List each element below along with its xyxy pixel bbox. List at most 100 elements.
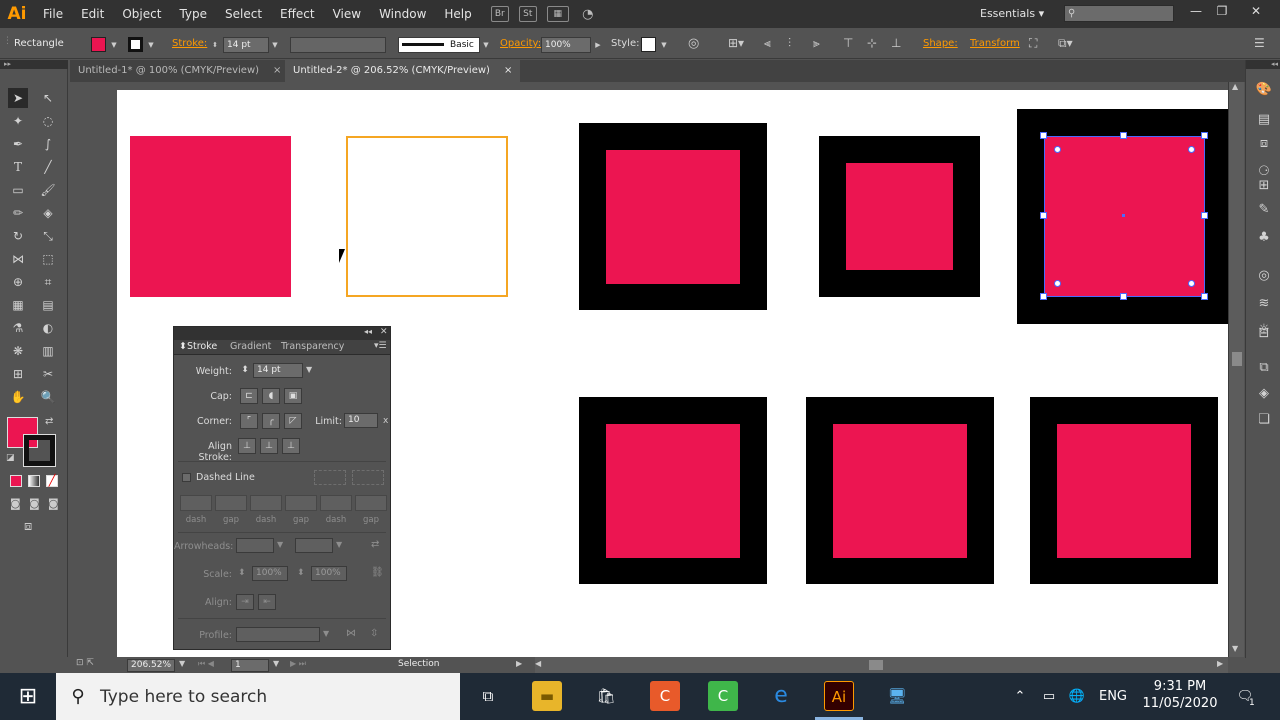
align-top-icon[interactable]: ⊤ [843, 36, 853, 50]
pink-inner-square[interactable] [606, 424, 740, 558]
align-middle-v-icon[interactable]: ⊹ [867, 36, 877, 50]
round-join-button[interactable]: ╭ [262, 413, 280, 429]
scale-tool-icon[interactable]: ⤡ [38, 226, 58, 246]
minimize-button[interactable]: — [1186, 4, 1206, 22]
corner-widget[interactable] [1054, 280, 1061, 287]
blend-tool-icon[interactable]: ◐ [38, 318, 58, 338]
selection-handle[interactable] [1201, 293, 1208, 300]
miter-join-button[interactable]: ⌜ [240, 413, 258, 429]
artboard-number-field[interactable]: 1 [231, 659, 269, 672]
curvature-tool-icon[interactable]: ∫ [38, 134, 58, 154]
network-icon[interactable]: 🌐 [1068, 673, 1086, 720]
scroll-down-icon[interactable]: ▼ [1232, 644, 1238, 653]
select-similar-icon[interactable]: ⧉▾ [1058, 36, 1073, 51]
pink-inner-square[interactable] [1057, 424, 1191, 558]
tab-transparency[interactable]: Transparency [281, 341, 344, 352]
stock-icon[interactable]: St [518, 6, 537, 22]
stroke-panel-icon[interactable]: ≋ [1255, 296, 1273, 312]
arrange-documents-icon[interactable]: ▦ [546, 6, 569, 22]
zoom-dropdown[interactable]: ▼ [179, 659, 185, 668]
draw-behind-icon[interactable]: ◙ [29, 497, 40, 510]
lasso-tool-icon[interactable]: ◌ [38, 111, 58, 131]
opacity-field[interactable]: 100% [541, 37, 591, 53]
close-panel-icon[interactable]: ✕ [380, 327, 388, 337]
task-view-icon[interactable]: ⧉ [473, 681, 503, 711]
projecting-cap-button[interactable]: ▣ [284, 388, 302, 404]
butt-cap-button[interactable]: ⊏ [240, 388, 258, 404]
pen-tool-icon[interactable]: ✒ [8, 134, 28, 154]
brushes-panel-icon[interactable]: ✎ [1255, 202, 1273, 218]
stroke-weight-stepper[interactable]: ⬍ [210, 37, 220, 53]
horizontal-scrollbar[interactable]: ◀ ▶ [535, 657, 1228, 673]
swatches-panel-icon[interactable]: ⧈ [1255, 136, 1273, 152]
opacity-label[interactable]: Opacity: [500, 38, 541, 49]
illustrator-taskbar-icon[interactable]: Ai [824, 681, 854, 711]
menu-help[interactable]: Help [435, 0, 480, 28]
help-search-input[interactable]: ⚲ [1064, 5, 1174, 22]
notification-center-icon[interactable]: 🗨 [1232, 673, 1258, 720]
bevel-join-button[interactable]: ◸ [284, 413, 302, 429]
brush-definition[interactable]: Basic [398, 37, 480, 53]
stroke-weight-field[interactable]: 14 pt [223, 37, 269, 53]
stroke-dropdown[interactable]: ▼ [146, 37, 156, 53]
recolor-artwork-icon[interactable]: ◎ [688, 36, 699, 51]
none-mode-button[interactable]: ╱ [46, 475, 58, 487]
transform-label[interactable]: Transform [970, 38, 1020, 49]
black-frame-square-4[interactable] [579, 397, 767, 584]
align-outside-button[interactable]: ⊥ [282, 438, 300, 454]
taskbar-search-box[interactable]: ⚲ Type here to search [56, 673, 460, 720]
gradient-mode-button[interactable] [28, 475, 40, 487]
panel-menu-icon[interactable]: ▾☰ [374, 341, 387, 351]
microsoft-store-icon[interactable]: 🛍 [591, 681, 621, 711]
corner-widget[interactable] [1054, 146, 1061, 153]
menu-select[interactable]: Select [216, 0, 271, 28]
align-center-h-icon[interactable]: ⫶ [788, 36, 791, 51]
vertical-scroll-thumb[interactable] [1232, 352, 1242, 366]
gpu-performance-icon[interactable]: ◔ [579, 6, 597, 22]
black-frame-square-1[interactable] [579, 123, 767, 310]
appearance-panel-icon[interactable]: ◎ [1255, 268, 1273, 284]
selection-handle[interactable] [1040, 132, 1047, 139]
symbol-sprayer-tool-icon[interactable]: ❋ [8, 341, 28, 361]
menu-view[interactable]: View [324, 0, 370, 28]
tab-untitled-2[interactable]: Untitled-2* @ 206.52% (CMYK/Preview) × [285, 60, 521, 82]
restore-button[interactable]: ❐ [1212, 4, 1232, 22]
windows-start-icon[interactable]: ⊞ [0, 673, 56, 720]
clock[interactable]: 9:31 PM 11/05/2020 [1138, 673, 1222, 712]
zoom-field[interactable]: 206.52% [127, 659, 175, 672]
variable-width-profile[interactable] [290, 37, 386, 53]
artboard-nav-last[interactable]: ▶ ⏭ [290, 659, 306, 669]
magic-wand-tool-icon[interactable]: ✦ [8, 111, 28, 131]
menu-object[interactable]: Object [113, 0, 170, 28]
eyedropper-tool-icon[interactable]: ⚗ [8, 318, 28, 338]
horizontal-scroll-thumb[interactable] [869, 660, 883, 670]
selection-handle[interactable] [1040, 212, 1047, 219]
selection-handle[interactable] [1201, 132, 1208, 139]
stroke-swatch[interactable] [128, 37, 143, 52]
selection-handle[interactable] [1120, 293, 1127, 300]
artboard-dropdown[interactable]: ▼ [273, 659, 279, 668]
align-panel-icon[interactable]: ⧉ [1255, 360, 1273, 376]
isolate-object-icon[interactable]: ⛶ [1029, 36, 1037, 51]
type-tool-icon[interactable]: T [8, 157, 28, 177]
color-guide-icon[interactable]: ▤ [1255, 112, 1273, 128]
paintbrush-tool-icon[interactable]: 🖌 [38, 180, 58, 200]
draw-inside-icon[interactable]: ◙ [48, 497, 59, 510]
swap-fill-stroke-icon[interactable]: ⇄ [45, 416, 53, 427]
mesh-tool-icon[interactable]: ▦ [8, 295, 28, 315]
graphic-styles-icon[interactable]: ♣ [1255, 230, 1273, 246]
workspace-switcher[interactable]: Essentials ▾ [980, 7, 1044, 20]
limit-field[interactable]: 10 [344, 413, 378, 428]
hand-tool-icon[interactable]: ✋ [8, 387, 28, 407]
tab-stroke[interactable]: ⬍Stroke [179, 341, 217, 352]
round-cap-button[interactable]: ◖ [262, 388, 280, 404]
screen-mode-icon[interactable]: ⧈ [24, 519, 32, 534]
symbols-panel-icon[interactable]: ⊞ [1255, 178, 1273, 194]
pink-inner-square[interactable] [833, 424, 967, 558]
style-dropdown[interactable]: ▼ [659, 37, 669, 53]
align-left-icon[interactable]: ⫷ [764, 36, 771, 51]
black-frame-square-5[interactable] [806, 397, 994, 584]
free-transform-tool-icon[interactable]: ⬚ [38, 249, 58, 269]
edge-browser-icon[interactable]: e [766, 681, 796, 711]
draw-normal-icon[interactable]: ◙ [10, 497, 21, 510]
